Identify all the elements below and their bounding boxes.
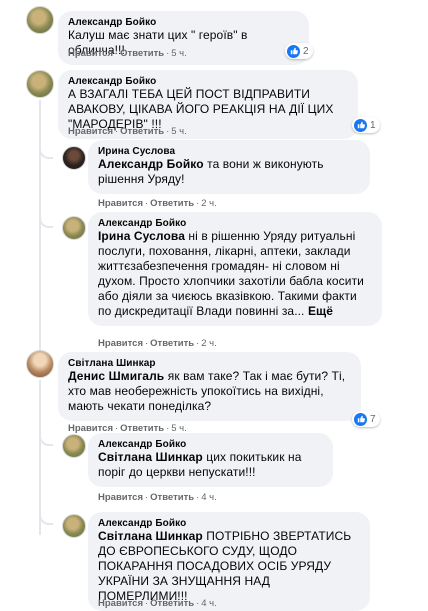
mention-link[interactable]: Ірина Суслова	[98, 229, 185, 243]
reply-link[interactable]: Ответить	[150, 492, 194, 503]
mention-link[interactable]: Світлана Шинкар	[98, 529, 203, 543]
reply-link[interactable]: Ответить	[150, 598, 194, 609]
comment-text: Ірина Суслова ні в рішенню Уряду ритуаль…	[98, 229, 372, 319]
comment-author[interactable]: Александр Бойко	[98, 518, 360, 529]
comment-bubble: Александр Бойко Світлана Шинкар цих поки…	[88, 433, 333, 487]
like-link[interactable]: Нравится	[98, 338, 143, 349]
comment-text: Світлана Шинкар цих покитькик на поріг д…	[98, 450, 323, 480]
reply-link[interactable]: Ответить	[150, 338, 194, 349]
comment-actions: Нравится · Ответить · 4 ч.	[98, 598, 217, 609]
comment-text: Александр Бойко та вони ж виконують ріше…	[98, 157, 360, 187]
comment-author[interactable]: Ирина Суслова	[98, 146, 360, 157]
like-icon	[287, 44, 300, 58]
comment-actions: Нравится · Ответить · 2 ч.	[98, 198, 217, 209]
reaction-number: 1	[370, 119, 376, 131]
reaction-count[interactable]: 7	[352, 411, 380, 427]
comment-time[interactable]: 2 ч.	[201, 338, 217, 349]
thread-connector	[39, 434, 53, 446]
reply-link[interactable]: Ответить	[120, 126, 164, 137]
comment-text: Денис Шмигаль як вам таке? Так і має бут…	[68, 369, 351, 414]
comment-text: Світлана Шинкар ПОТРІБНО ЗВЕРТАТИСЬ ДО Є…	[98, 529, 360, 604]
mention-link[interactable]: Денис Шмигаль	[68, 369, 164, 383]
like-icon	[354, 412, 367, 426]
like-icon	[354, 118, 367, 132]
thread-line	[39, 100, 41, 350]
avatar[interactable]	[26, 6, 54, 34]
comment-author[interactable]: Александр Бойко	[98, 218, 372, 229]
see-more-link[interactable]: Ещё	[308, 304, 333, 318]
comment-actions: Нравится · Ответить · 5 ч.	[68, 126, 187, 137]
comment-actions: Нравится · Ответить · 4 ч.	[98, 492, 217, 503]
comment-bubble: Ирина Суслова Александр Бойко та вони ж …	[88, 140, 370, 194]
reaction-number: 2	[303, 45, 309, 57]
mention-link[interactable]: Світлана Шинкар	[98, 450, 203, 464]
like-link[interactable]: Нравится	[98, 198, 143, 209]
avatar[interactable]	[62, 216, 86, 240]
like-link[interactable]: Нравится	[98, 492, 143, 503]
comment-time[interactable]: 5 ч.	[171, 126, 187, 137]
avatar[interactable]	[26, 70, 54, 98]
mention-link[interactable]: Александр Бойко	[98, 157, 204, 171]
comment-bubble: Світлана Шинкар Денис Шмигаль як вам так…	[58, 352, 361, 421]
reaction-count[interactable]: 2	[285, 43, 313, 59]
comment-bubble: Александр Бойко Світлана Шинкар ПОТРІБНО…	[88, 512, 370, 611]
comment-author[interactable]: Александр Бойко	[98, 439, 323, 450]
reply-link[interactable]: Ответить	[120, 48, 164, 59]
comment-bubble: Александр Бойко Ірина Суслова ні в рішен…	[88, 212, 382, 326]
like-link[interactable]: Нравится	[68, 126, 113, 137]
like-link[interactable]: Нравится	[98, 598, 143, 609]
thread-connector	[39, 513, 53, 525]
reaction-number: 7	[370, 413, 376, 425]
comment-author[interactable]: Александр Бойко	[68, 17, 299, 28]
avatar[interactable]	[62, 514, 86, 538]
comment-author[interactable]: Світлана Шинкар	[68, 358, 351, 369]
comment-time[interactable]: 5 ч.	[171, 48, 187, 59]
comment-actions: Нравится · Ответить · 5 ч.	[68, 48, 187, 59]
reaction-count[interactable]: 1	[352, 117, 380, 133]
comment-actions: Нравится · Ответить · 2 ч.	[98, 338, 217, 349]
avatar[interactable]	[62, 434, 86, 458]
reply-link[interactable]: Ответить	[150, 198, 194, 209]
comment-author[interactable]: Александр Бойко	[68, 76, 348, 87]
avatar[interactable]	[26, 350, 54, 378]
comment-time[interactable]: 4 ч.	[201, 492, 217, 503]
avatar[interactable]	[62, 146, 86, 170]
comment-time[interactable]: 2 ч.	[201, 198, 217, 209]
thread-line	[39, 380, 41, 535]
thread-connector	[39, 147, 53, 159]
thread-connector	[39, 216, 53, 228]
like-link[interactable]: Нравится	[68, 48, 113, 59]
comment-time[interactable]: 4 ч.	[201, 598, 217, 609]
